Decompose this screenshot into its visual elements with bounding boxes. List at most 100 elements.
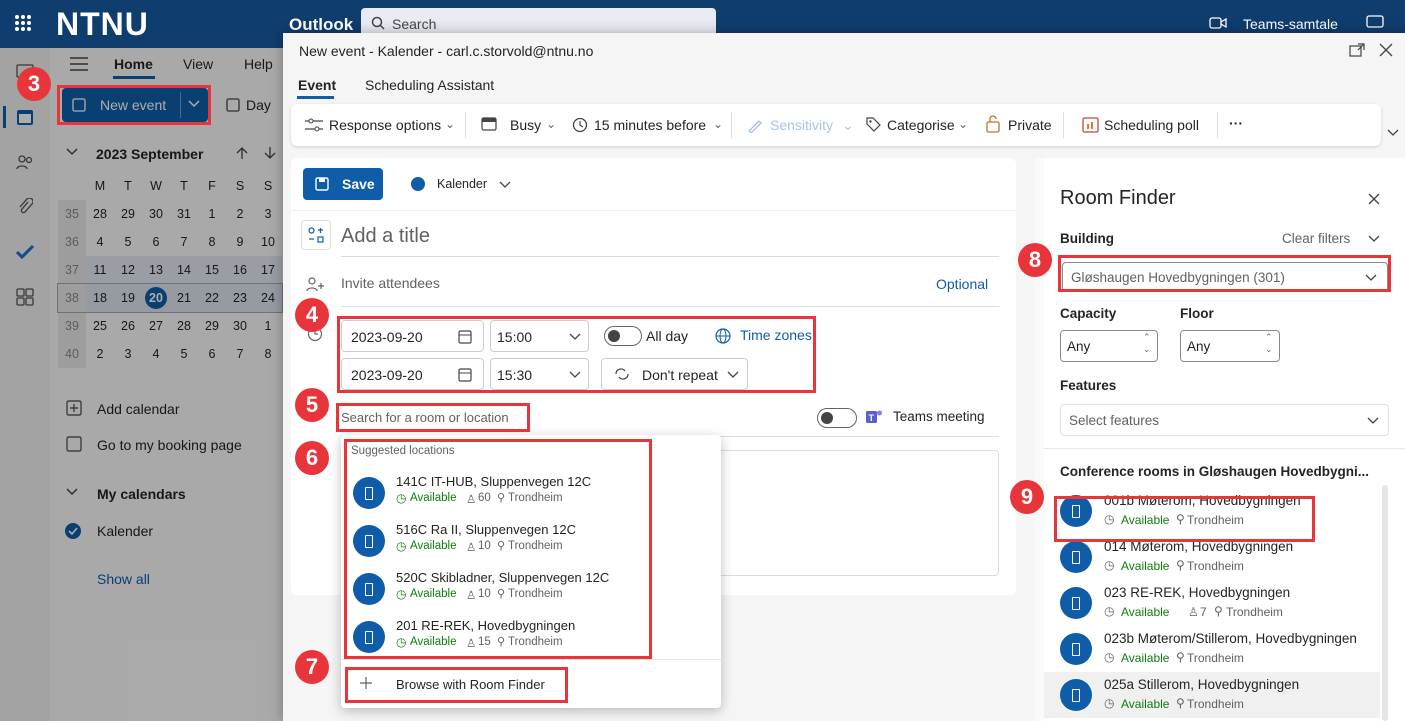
scheduling-poll-button[interactable]: Scheduling poll xyxy=(1104,117,1199,133)
day-cell[interactable]: 23 xyxy=(226,284,254,312)
close-icon[interactable] xyxy=(1379,43,1393,57)
calendar-picker-icon[interactable] xyxy=(458,330,472,344)
chevron-down-icon[interactable]: ⌄ xyxy=(958,117,968,131)
end-time-field[interactable]: 15:30 xyxy=(490,358,589,390)
title-input[interactable]: Add a title xyxy=(341,225,430,248)
room-list-item[interactable]: 014 Møterom, Hovedbygningen ◷ Available ⚲ Tr… xyxy=(1044,534,1380,580)
chevron-down-icon[interactable]: ⌄ xyxy=(1143,344,1151,355)
chevron-down-icon[interactable]: ⌄ xyxy=(546,117,556,131)
suggestion-item[interactable]: 516C Ra II, Sluppenvegen 12C ◷ Available ♙ 1… xyxy=(341,517,721,565)
next-month-icon[interactable] xyxy=(264,146,276,160)
app-launcher-icon[interactable] xyxy=(14,14,32,32)
day-cell[interactable]: 17 xyxy=(254,256,282,284)
all-day-toggle[interactable] xyxy=(604,326,642,346)
suggestion-item[interactable]: 141C IT-HUB, Sluppenvegen 12C ◷ Available ♙… xyxy=(341,469,721,517)
day-cell[interactable]: 8 xyxy=(198,228,226,256)
expand-toolbar-icon[interactable] xyxy=(1387,129,1399,137)
day-cell[interactable]: 18 xyxy=(86,284,114,312)
my-calendars-heading[interactable]: My calendars xyxy=(97,486,186,502)
scrollbar[interactable] xyxy=(1382,485,1388,721)
chevron-down-icon[interactable]: ⌄ xyxy=(1265,344,1273,355)
clear-filters-button[interactable]: Clear filters xyxy=(1282,231,1350,246)
time-zones-link[interactable]: Time zones xyxy=(740,327,812,343)
chevron-down-icon[interactable]: ⌄ xyxy=(713,117,723,131)
day-cell[interactable]: 1 xyxy=(254,312,282,340)
suggestion-item[interactable]: 520C Skibladner, Sluppenvegen 12C ◷ Availa… xyxy=(341,565,721,613)
day-cell[interactable]: 4 xyxy=(86,228,114,256)
day-cell[interactable]: 19 xyxy=(114,284,142,312)
chevron-down-icon[interactable] xyxy=(569,371,581,379)
prev-month-icon[interactable] xyxy=(236,146,248,160)
add-calendar-link[interactable]: Add calendar xyxy=(97,401,180,417)
tab-event[interactable]: Event xyxy=(298,77,336,93)
expand-chevron-icon[interactable] xyxy=(66,488,78,496)
calendar-app-icon[interactable] xyxy=(16,108,34,126)
features-dropdown[interactable]: Select features xyxy=(1060,404,1389,436)
day-cell[interactable]: 13 xyxy=(142,256,170,284)
day-cell[interactable]: 29 xyxy=(114,200,142,228)
day-cell[interactable]: 21 xyxy=(170,284,198,312)
chevron-up-icon[interactable]: ⌃ xyxy=(1265,332,1273,343)
day-cell[interactable]: 7 xyxy=(170,228,198,256)
invite-attendees-input[interactable]: Invite attendees xyxy=(341,275,440,291)
day-cell[interactable]: 8 xyxy=(254,340,282,368)
more-options-button[interactable]: ··· xyxy=(1229,115,1243,131)
chevron-up-icon[interactable]: ⌃ xyxy=(1143,332,1151,343)
apps-icon[interactable] xyxy=(16,288,34,306)
calendar-picker-icon[interactable] xyxy=(458,368,472,382)
start-date-field[interactable]: 2023-09-20 xyxy=(341,320,484,352)
repeat-dropdown[interactable]: Don't repeat xyxy=(601,358,748,390)
day-cell[interactable]: 7 xyxy=(226,340,254,368)
booking-page-link[interactable]: Go to my booking page xyxy=(97,437,242,453)
room-list-item[interactable]: 023b Møterom/Stillerom, Hovedbygningen ◷ A… xyxy=(1044,626,1380,672)
day-cell[interactable]: 5 xyxy=(170,340,198,368)
capacity-stepper[interactable]: Any ⌃ ⌄ xyxy=(1060,330,1158,362)
location-search-input[interactable]: Search for a room or location xyxy=(341,410,509,425)
optional-link[interactable]: Optional xyxy=(936,276,988,292)
tab-view[interactable]: View xyxy=(183,56,213,72)
day-cell[interactable]: 28 xyxy=(170,312,198,340)
chevron-down-icon[interactable]: ⌄ xyxy=(445,117,455,131)
close-icon[interactable] xyxy=(1368,193,1380,205)
busy-button[interactable]: Busy xyxy=(510,117,541,133)
day-cell[interactable]: 6 xyxy=(142,228,170,256)
day-cell[interactable]: 28 xyxy=(86,200,114,228)
day-cell[interactable]: 5 xyxy=(114,228,142,256)
private-button[interactable]: Private xyxy=(1008,117,1052,133)
chevron-down-icon[interactable] xyxy=(569,333,581,341)
tab-home[interactable]: Home xyxy=(114,56,153,72)
teams-meeting-toggle[interactable] xyxy=(817,408,857,428)
check-circle-icon[interactable] xyxy=(65,523,81,539)
room-list-item[interactable]: 023 RE-REK, Hovedbygningen ◷ Available ♙ 7 ⚲ T… xyxy=(1044,580,1380,626)
day-cell[interactable]: 27 xyxy=(142,312,170,340)
chevron-down-icon[interactable] xyxy=(1368,235,1380,243)
tab-scheduling-assistant[interactable]: Scheduling Assistant xyxy=(365,77,494,93)
collapse-chevron-icon[interactable] xyxy=(66,148,78,156)
day-cell[interactable]: 10 xyxy=(254,228,282,256)
chevron-down-icon[interactable] xyxy=(499,181,511,189)
day-cell[interactable]: 26 xyxy=(114,312,142,340)
day-cell[interactable]: 12 xyxy=(114,256,142,284)
people-icon[interactable] xyxy=(16,154,34,170)
teams-call-label[interactable]: Teams-samtale xyxy=(1243,16,1338,32)
day-cell[interactable]: 4 xyxy=(142,340,170,368)
day-cell[interactable]: 15 xyxy=(198,256,226,284)
day-cell[interactable]: 30 xyxy=(226,312,254,340)
room-list-item[interactable]: 025a Stillerom, Hovedbygningen ◷ Available… xyxy=(1044,672,1380,718)
categorise-button[interactable]: Categorise xyxy=(887,117,955,133)
new-event-button[interactable]: New event xyxy=(62,88,208,122)
day-cell[interactable]: 2 xyxy=(86,340,114,368)
todo-icon[interactable] xyxy=(15,244,35,260)
building-dropdown[interactable]: Gløshaugen Hovedbygningen (301) xyxy=(1062,262,1388,292)
floor-stepper[interactable]: Any ⌃ ⌄ xyxy=(1180,330,1280,362)
browse-room-finder-button[interactable]: Browse with Room Finder xyxy=(396,677,545,692)
calendar-selector[interactable]: Kalender xyxy=(437,177,487,191)
day-cell[interactable]: 3 xyxy=(114,340,142,368)
room-list-item[interactable]: 001b Møterom, Hovedbygningen ◷ Available ⚲ T… xyxy=(1044,488,1380,534)
chevron-down-icon[interactable] xyxy=(727,371,739,379)
day-cell[interactable]: 1 xyxy=(198,200,226,228)
day-cell[interactable]: 9 xyxy=(226,228,254,256)
day-cell[interactable]: 6 xyxy=(198,340,226,368)
day-cell[interactable]: 30 xyxy=(142,200,170,228)
day-cell[interactable]: 3 xyxy=(254,200,282,228)
